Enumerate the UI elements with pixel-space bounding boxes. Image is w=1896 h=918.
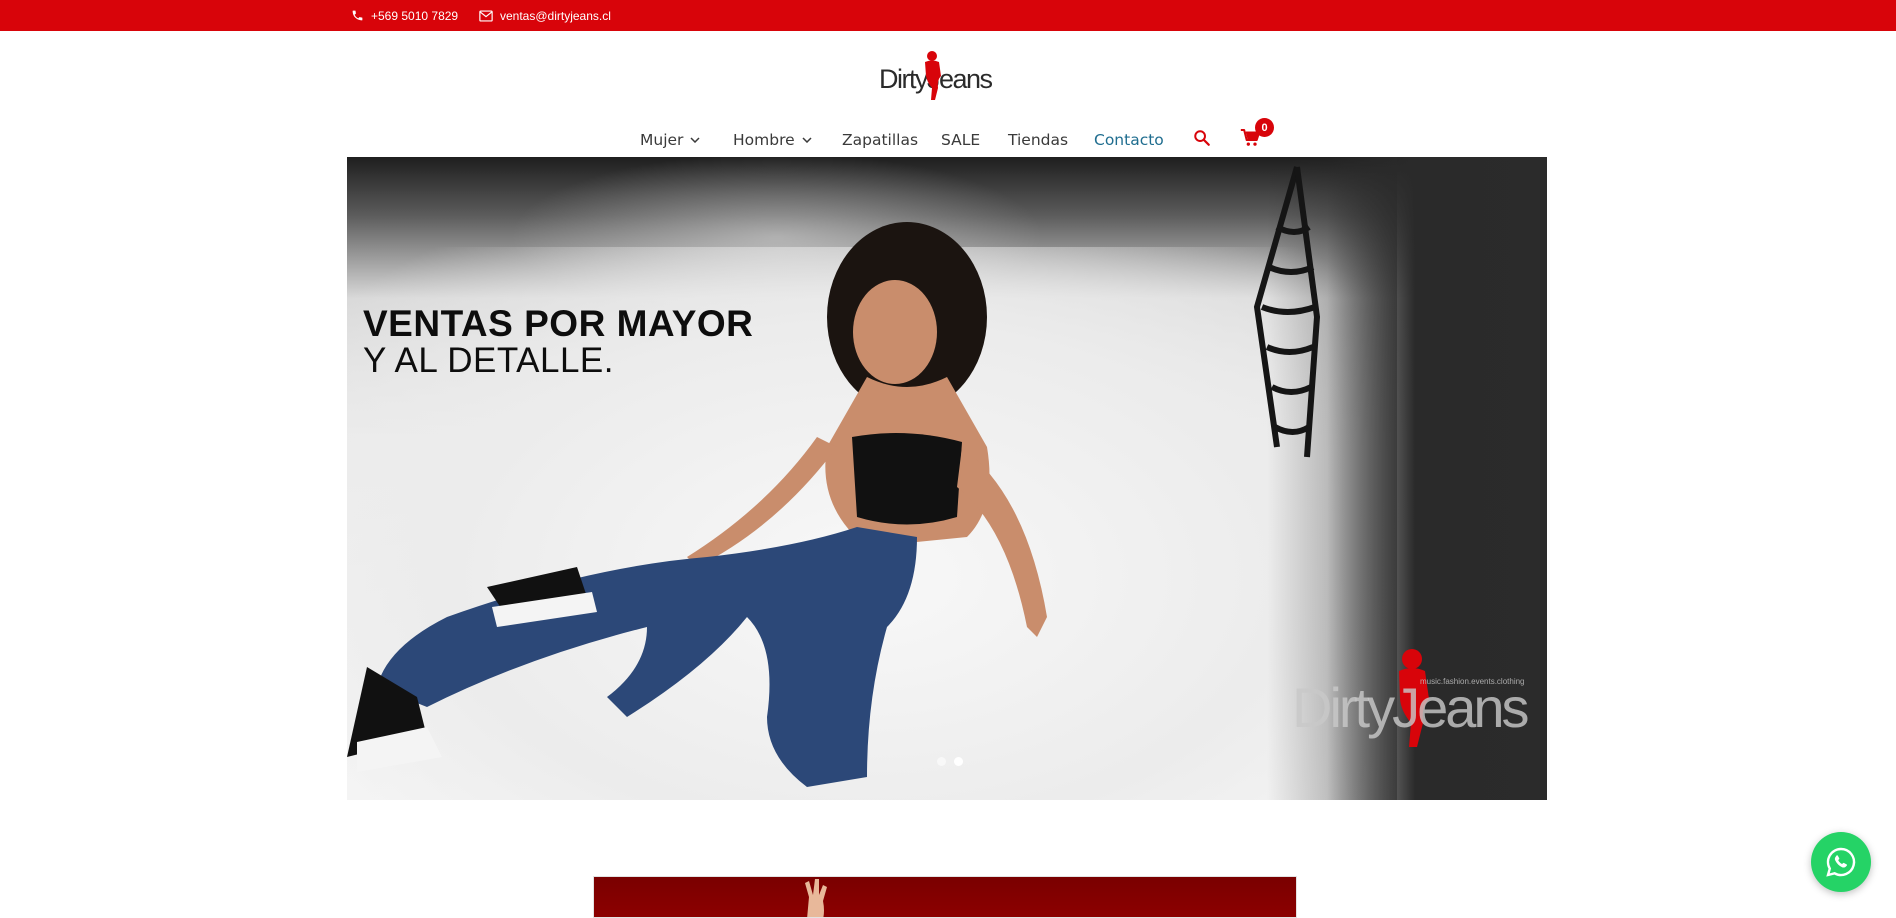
- nav-item-hombre[interactable]: Hombre: [733, 118, 812, 162]
- slider-pagination: [937, 757, 963, 766]
- nav-item-tiendas[interactable]: Tiendas: [1008, 118, 1068, 162]
- nav-label: Hombre: [733, 131, 795, 149]
- nav-label: Zapatillas: [842, 131, 919, 149]
- hero-slider[interactable]: VENTAS POR MAYOR Y AL DETALLE. DirtyJean…: [347, 157, 1547, 800]
- main-nav: Mujer Hombre Zapatillas SALE Tiendas Con…: [0, 118, 1896, 162]
- nav-label: SALE: [941, 131, 981, 149]
- watermark-tagline: music.fashion.events.clothing: [1420, 677, 1525, 686]
- nav-item-contacto[interactable]: Contacto: [1094, 118, 1164, 162]
- hero-headline-line1: VENTAS POR MAYOR: [363, 303, 754, 344]
- nav-item-sale[interactable]: SALE: [941, 118, 980, 162]
- nav-label: Mujer: [640, 131, 684, 149]
- site-logo[interactable]: DirtyJeans: [879, 50, 995, 104]
- search-icon: [1194, 130, 1210, 146]
- cart-count-badge: 0: [1255, 118, 1274, 137]
- hero-prop-image: [1253, 166, 1321, 458]
- email-link[interactable]: ventas@dirtyjeans.cl: [479, 0, 611, 31]
- hero-model-image: [347, 222, 1047, 787]
- whatsapp-icon: [1826, 847, 1856, 877]
- top-bar: +569 5010 7829 ventas@dirtyjeans.cl: [0, 0, 1896, 31]
- slider-dot-1[interactable]: [937, 757, 946, 766]
- slider-dot-2[interactable]: [954, 757, 963, 766]
- hero-headline-line2: Y AL DETALLE.: [363, 341, 614, 380]
- phone-number: +569 5010 7829: [371, 8, 459, 23]
- nav-item-mujer[interactable]: Mujer: [640, 118, 700, 162]
- phone-link[interactable]: +569 5010 7829: [351, 0, 458, 31]
- envelope-icon: [479, 9, 493, 22]
- logo-figure-icon: [925, 51, 941, 100]
- nav-label: Tiendas: [1008, 131, 1069, 149]
- promo-banner-image: [805, 879, 827, 917]
- chevron-down-icon: [802, 137, 812, 143]
- hero-headline: VENTAS POR MAYOR Y AL DETALLE.: [363, 305, 753, 380]
- hero-watermark-logo: DirtyJeans music.fashion.events.clothing: [1292, 647, 1542, 757]
- phone-icon: [352, 10, 363, 21]
- email-address: ventas@dirtyjeans.cl: [500, 8, 611, 23]
- promo-banner[interactable]: [593, 876, 1297, 918]
- nav-item-zapatillas[interactable]: Zapatillas: [842, 118, 918, 162]
- search-button[interactable]: [1193, 129, 1211, 152]
- chevron-down-icon: [690, 137, 700, 143]
- nav-label: Contacto: [1094, 131, 1164, 149]
- whatsapp-button[interactable]: [1811, 832, 1871, 892]
